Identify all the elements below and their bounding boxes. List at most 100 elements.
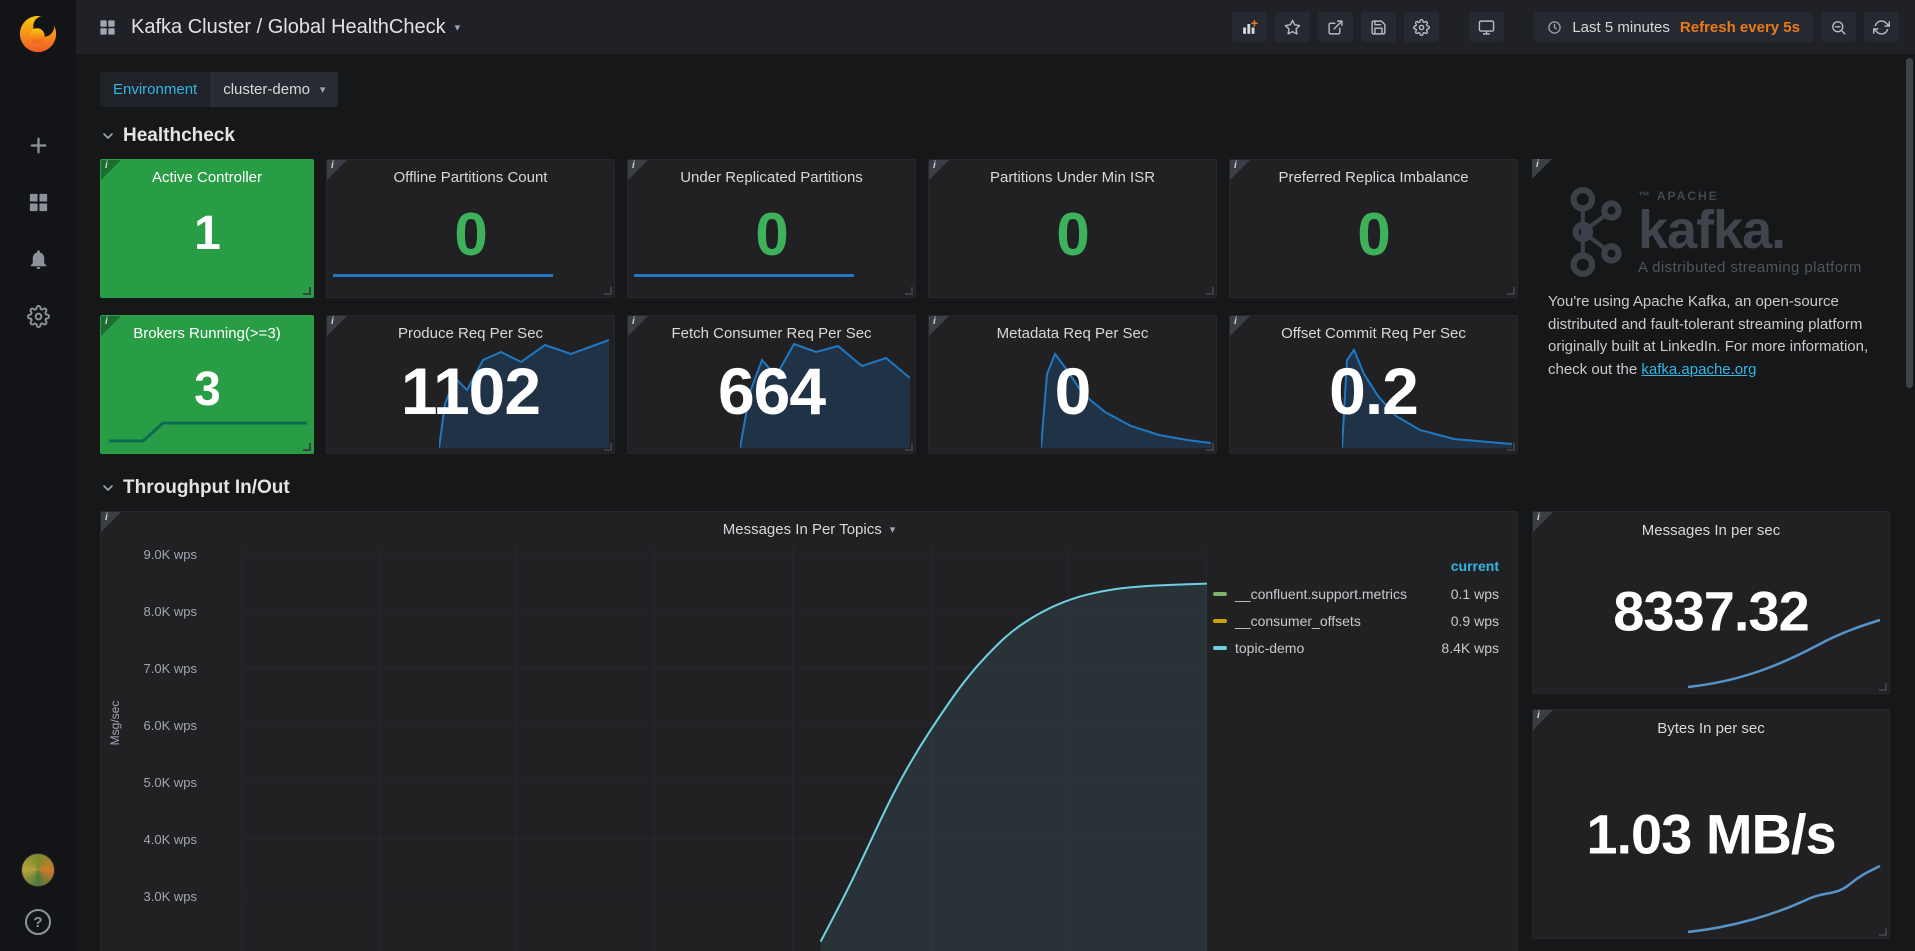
- panel-info-icon[interactable]: i: [628, 316, 648, 336]
- star-button[interactable]: [1275, 12, 1311, 42]
- panel-resize-handle[interactable]: [1507, 287, 1515, 295]
- alerting-bell-button[interactable]: [27, 248, 50, 271]
- panel-resize-handle[interactable]: [1879, 928, 1887, 936]
- panel-resize-handle[interactable]: [1206, 287, 1214, 295]
- configuration-gear-button[interactable]: [26, 305, 50, 328]
- chevron-down-icon: [103, 485, 113, 492]
- panel-info-icon[interactable]: i: [101, 512, 121, 532]
- time-picker[interactable]: Last 5 minutes Refresh every 5s: [1534, 12, 1813, 42]
- dashboard-title[interactable]: Kafka Cluster / Global HealthCheck ▾: [131, 16, 460, 39]
- legend-current-header[interactable]: current: [1213, 558, 1499, 574]
- panel-title[interactable]: Produce Req Per Sec: [327, 316, 614, 342]
- panel-partitions-under-min-isr: i Partitions Under Min ISR 0: [928, 159, 1217, 298]
- topic-demo-area: [820, 583, 1207, 951]
- dashboards-button[interactable]: [27, 191, 50, 214]
- grafana-logo-icon[interactable]: [17, 12, 59, 54]
- chevron-down-icon: [103, 133, 113, 140]
- panel-info-icon[interactable]: i: [1230, 316, 1250, 336]
- panel-title[interactable]: Messages In Per Topics ▾: [101, 512, 1517, 546]
- panel-title[interactable]: Under Replicated Partitions: [628, 160, 915, 186]
- panel-info-icon[interactable]: i: [1532, 159, 1552, 179]
- variable-label: Environment: [100, 72, 211, 107]
- panel-info-icon[interactable]: i: [1533, 710, 1553, 730]
- create-button[interactable]: [27, 134, 50, 157]
- panel-messages-in-per-sec: i Messages In per sec 8337.32: [1532, 511, 1890, 694]
- panel-brokers-running: i Brokers Running(>=3) 3: [100, 315, 314, 454]
- add-panel-button[interactable]: [1232, 12, 1268, 42]
- panel-title[interactable]: Preferred Replica Imbalance: [1230, 160, 1517, 186]
- panel-fetch-consumer-req: i Fetch Consumer Req Per Sec 664: [627, 315, 916, 454]
- healthcheck-row-2: i Brokers Running(>=3) 3 i Produce Req P…: [100, 315, 1518, 454]
- section-healthcheck[interactable]: Healthcheck: [100, 125, 1890, 147]
- stat-value: 1.03 MB/s: [1586, 802, 1836, 866]
- panel-title[interactable]: Bytes In per sec: [1533, 710, 1889, 737]
- chart-title-text: Messages In Per Topics: [722, 520, 882, 538]
- panel-title[interactable]: Offset Commit Req Per Sec: [1230, 316, 1517, 342]
- section-throughput[interactable]: Throughput In/Out: [100, 477, 1890, 499]
- dashboard-navbar: Kafka Cluster / Global HealthCheck ▾ Las…: [76, 0, 1915, 54]
- chart-plot-area[interactable]: [241, 546, 1207, 951]
- panel-title[interactable]: Active Controller: [101, 160, 313, 186]
- template-variable-row: Environment cluster-demo ▾: [100, 72, 1890, 107]
- panel-active-controller: i Active Controller 1: [100, 159, 314, 298]
- panel-title[interactable]: Brokers Running(>=3): [101, 316, 313, 342]
- panel-resize-handle[interactable]: [604, 287, 612, 295]
- panel-offset-commit-req: i Offset Commit Req Per Sec 0.2: [1229, 315, 1518, 454]
- panel-title[interactable]: Partitions Under Min ISR: [929, 160, 1216, 186]
- clock-icon: [1548, 20, 1562, 34]
- series-name[interactable]: __consumer_offsets: [1235, 613, 1361, 629]
- panel-under-replicated: i Under Replicated Partitions 0: [627, 159, 916, 298]
- series-current-value: 0.1 wps: [1450, 585, 1499, 602]
- panel-title[interactable]: Fetch Consumer Req Per Sec: [628, 316, 915, 342]
- refresh-interval-label[interactable]: Refresh every 5s: [1680, 19, 1800, 36]
- time-range-label: Last 5 minutes: [1572, 18, 1670, 36]
- panel-resize-handle[interactable]: [303, 443, 311, 451]
- share-button[interactable]: [1318, 12, 1354, 42]
- panel-resize-handle[interactable]: [905, 287, 913, 295]
- dashboard-grid-icon[interactable]: [98, 18, 117, 37]
- panel-info-icon[interactable]: i: [101, 160, 121, 180]
- panel-info-icon[interactable]: i: [327, 160, 347, 180]
- section-title: Throughput In/Out: [123, 477, 290, 498]
- panel-info-icon[interactable]: i: [628, 160, 648, 180]
- panel-resize-handle[interactable]: [303, 287, 311, 295]
- chevron-down-icon: ▾: [454, 21, 461, 34]
- y-tick: 3.0K wps: [143, 889, 197, 904]
- stat-value: 0: [1054, 353, 1092, 428]
- series-color-dash: [1213, 591, 1227, 596]
- stat-value: 0: [1056, 200, 1089, 268]
- panel-info-icon[interactable]: i: [1533, 512, 1553, 532]
- chart-legend: current __confluent.support.metrics 0.1 …: [1207, 546, 1517, 951]
- panel-title[interactable]: Messages In per sec: [1533, 512, 1889, 539]
- y-tick: 4.0K wps: [143, 832, 197, 847]
- panel-info-icon[interactable]: i: [101, 316, 121, 336]
- series-name[interactable]: topic-demo: [1235, 640, 1304, 656]
- panel-resize-handle[interactable]: [1206, 443, 1214, 451]
- panel-info-icon[interactable]: i: [929, 160, 949, 180]
- panel-title[interactable]: Metadata Req Per Sec: [929, 316, 1216, 342]
- save-button[interactable]: [1361, 12, 1397, 42]
- variable-value-dropdown[interactable]: cluster-demo ▾: [210, 72, 339, 107]
- variable-value-text: cluster-demo: [223, 81, 310, 98]
- panel-resize-handle[interactable]: [604, 443, 612, 451]
- zoom-out-button[interactable]: [1821, 12, 1856, 42]
- kafka-tagline: A distributed streaming platform: [1638, 258, 1862, 276]
- panel-resize-handle[interactable]: [1507, 443, 1515, 451]
- cycle-view-tv-button[interactable]: [1469, 12, 1505, 42]
- dashboard-settings-button[interactable]: [1404, 12, 1440, 42]
- help-button[interactable]: ?: [25, 909, 51, 935]
- panel-resize-handle[interactable]: [1879, 683, 1887, 691]
- series-name[interactable]: __confluent.support.metrics: [1235, 586, 1407, 602]
- user-avatar[interactable]: [21, 853, 55, 887]
- refresh-button[interactable]: [1864, 12, 1899, 42]
- panel-info-icon[interactable]: i: [1230, 160, 1250, 180]
- stat-value: 0: [454, 200, 487, 268]
- sparkline: [1687, 864, 1881, 934]
- kafka-apache-link[interactable]: kafka.apache.org: [1641, 361, 1756, 378]
- panel-resize-handle[interactable]: [905, 443, 913, 451]
- panel-info-icon[interactable]: i: [327, 316, 347, 336]
- panel-title[interactable]: Offline Partitions Count: [327, 160, 614, 186]
- scrollbar-thumb[interactable]: [1906, 58, 1913, 388]
- stat-value: 1: [194, 206, 221, 260]
- panel-info-icon[interactable]: i: [929, 316, 949, 336]
